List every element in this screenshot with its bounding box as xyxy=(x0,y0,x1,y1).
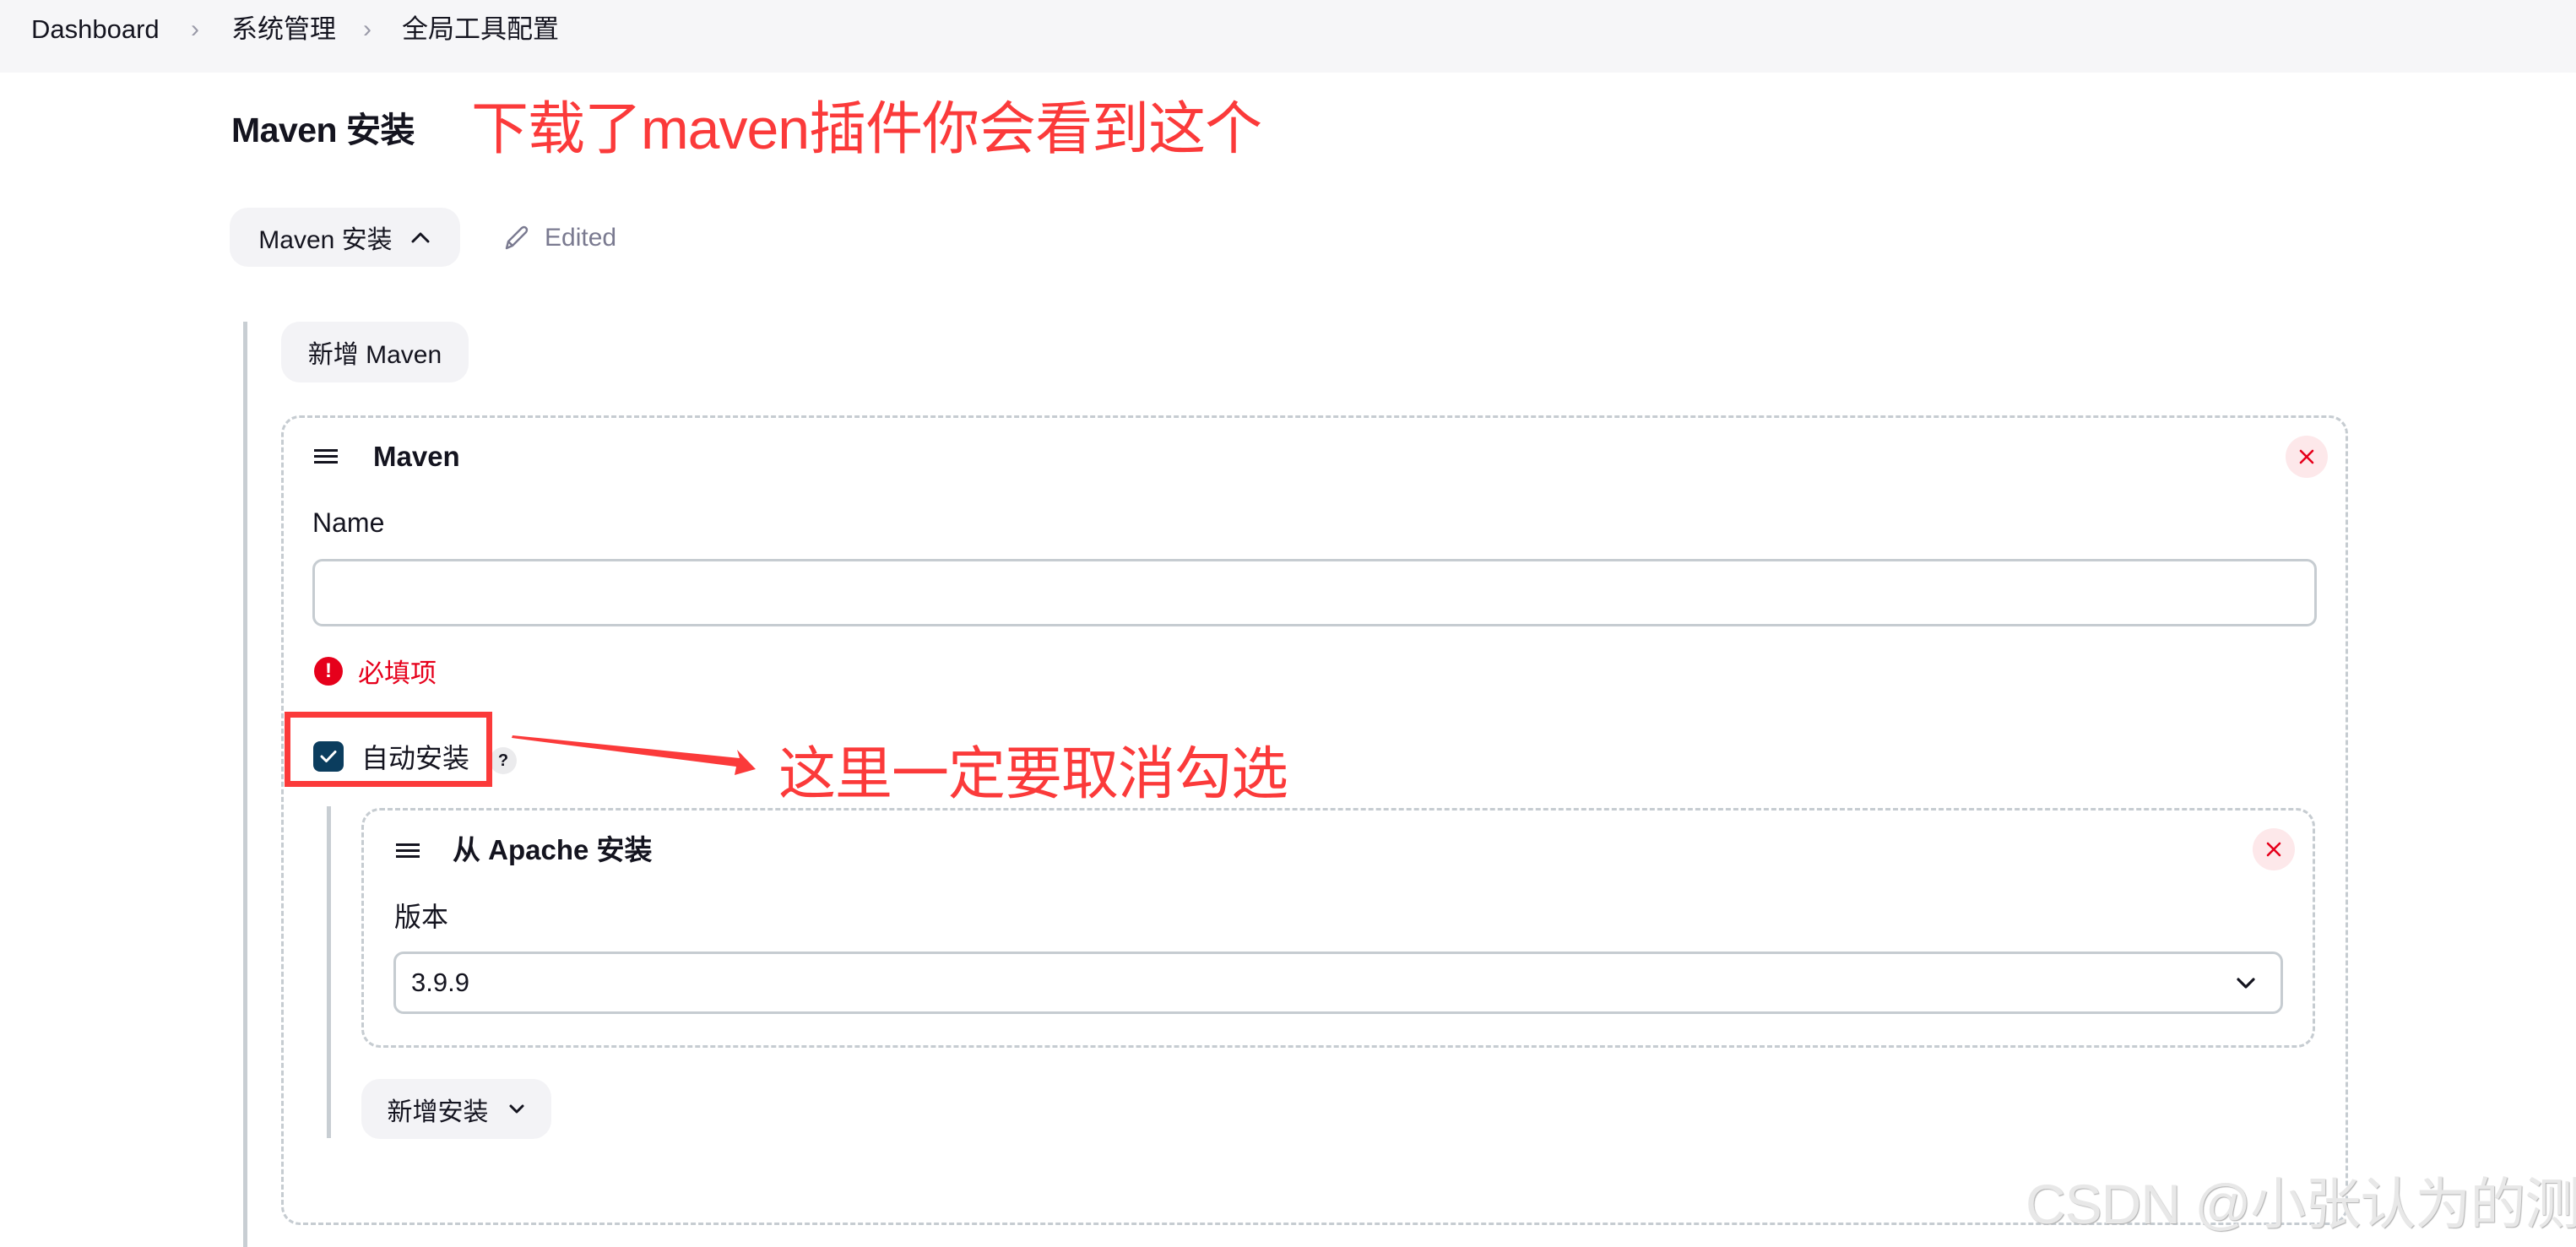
version-selected-value: 3.9.9 xyxy=(411,968,469,997)
watermark: CSDN @小张认为的测试 xyxy=(2026,1173,2576,1235)
installer-left-bar xyxy=(327,806,331,1138)
installer-drag-handle-icon[interactable] xyxy=(396,843,420,859)
add-installer-button[interactable]: 新增安装 xyxy=(361,1079,551,1139)
version-label: 版本 xyxy=(394,902,449,932)
annotation-arrow-icon xyxy=(512,735,756,775)
chevron-down-icon xyxy=(2237,978,2255,989)
version-select[interactable]: 3.9.9 xyxy=(393,952,2283,1014)
close-icon xyxy=(2266,842,2281,857)
installer-card-title: 从 Apache 安装 xyxy=(453,834,653,865)
add-installer-label: 新增安装 xyxy=(387,1098,489,1126)
chevron-down-icon xyxy=(509,1104,523,1113)
annotation-checkbox-note: 这里一定要取消勾选 xyxy=(778,742,1288,806)
delete-installer-button[interactable] xyxy=(2253,828,2295,870)
